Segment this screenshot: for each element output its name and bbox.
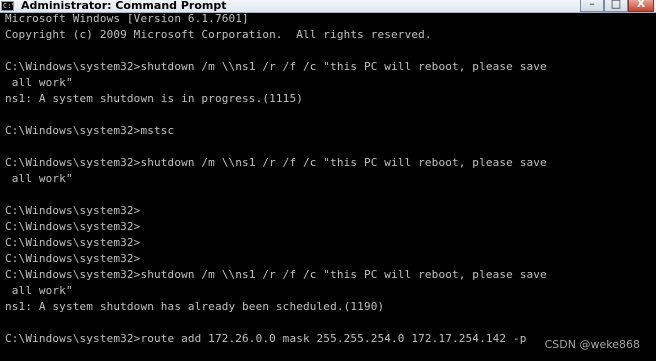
minimize-icon: – <box>589 0 595 10</box>
console-line: C:\Windows\system32>mstsc <box>5 124 175 137</box>
close-icon: X <box>636 0 646 10</box>
console-output[interactable]: Microsoft Windows [Version 6.1.7601] Cop… <box>5 11 655 347</box>
console-line: C:\Windows\system32>shutdown /m \\ns1 /r… <box>5 156 547 169</box>
console-line: C:\Windows\system32>shutdown /m \\ns1 /r… <box>5 268 547 281</box>
console-line: all work" <box>5 284 73 297</box>
console-line: Microsoft Windows [Version 6.1.7601] <box>5 12 249 25</box>
console-line: ns1: A system shutdown has already been … <box>5 300 385 313</box>
console-line: Copyright (c) 2009 Microsoft Corporation… <box>5 28 432 41</box>
watermark: CSDN @weke868 <box>544 338 640 351</box>
console-line: ns1: A system shutdown is in progress.(1… <box>5 92 303 105</box>
command-prompt-window: C:\ Administrator: Command Prompt – □ X … <box>0 0 656 361</box>
console-line: all work" <box>5 76 73 89</box>
console-line: C:\Windows\system32> <box>5 236 141 249</box>
console-line: C:\Windows\system32>shutdown /m \\ns1 /r… <box>5 60 547 73</box>
vertical-scrollbar[interactable] <box>642 13 656 361</box>
console-line: all work" <box>5 172 73 185</box>
maximize-icon: □ <box>610 0 622 10</box>
console-line: C:\Windows\system32> <box>5 204 141 217</box>
console-line: C:\Windows\system32> <box>5 220 141 233</box>
console-line: C:\Windows\system32> <box>5 252 141 265</box>
command-prompt-icon[interactable]: C:\ <box>1 1 14 11</box>
